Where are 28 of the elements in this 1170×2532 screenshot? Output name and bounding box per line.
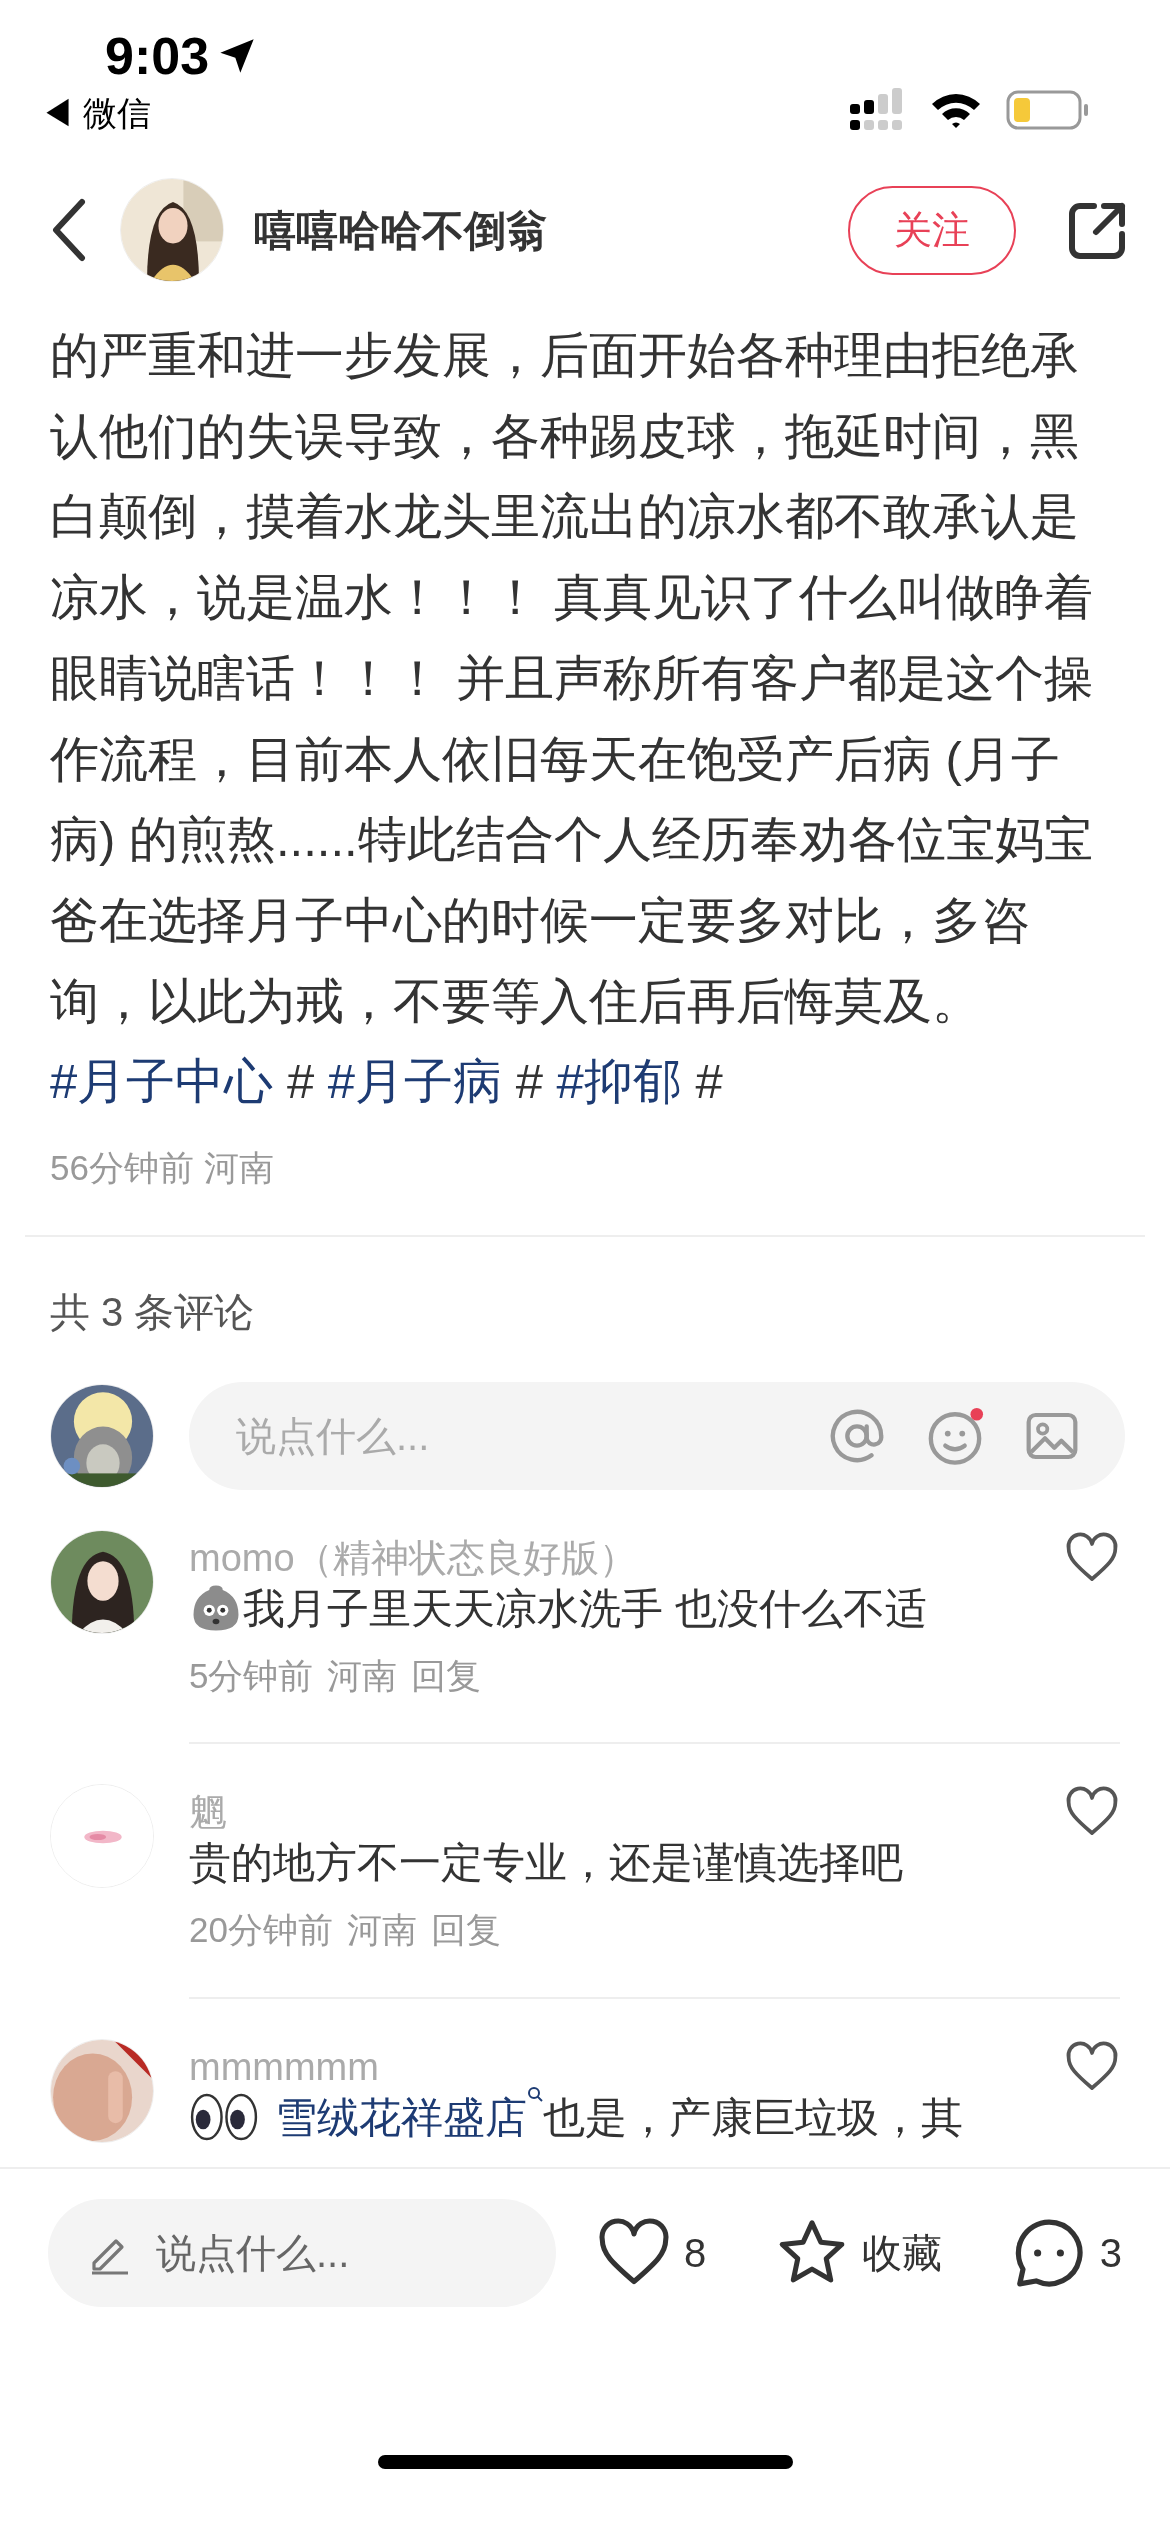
like-count: 8 xyxy=(684,2230,707,2277)
follow-button[interactable]: 关注 xyxy=(848,185,1016,275)
comment-text: 我月子里天天凉水洗手 也没什么不适 xyxy=(243,1583,927,1634)
comment-total: 3 xyxy=(1099,2230,1122,2277)
battery-icon xyxy=(1006,90,1090,130)
post-text: 的严重和进一步发展，后面开始各种理由拒绝承认他们的失误导致，各种踢皮球，拖延时间，黑白颠倒，摸着水龙头里流出的凉水都不敢承认是凉水，说是温水！！！ 真真见识了什么叫做睁着眼睛说瞎话！！！ 并且声称所有客户都是这个操作流程，目前本人依旧每天在饱受产后病 (月子病) 的煎熬......特此结合个人经历奉劝各位宝妈宝爸在选择月子中心的时候一定要多对比，多咨询，以此为戒，不要等入住后再后悔莫及。 #月子中心 # #月子病 # #抑郁 # xyxy=(49,327,1094,1111)
comment-box[interactable]: 说点什么... xyxy=(189,1381,1125,1490)
back-to-app-link[interactable]: ◀ 微信 xyxy=(40,88,258,139)
commenter-name: momo（精神状态良好版） xyxy=(189,1535,637,1581)
comment-time: 5分钟前 xyxy=(189,1654,314,1697)
bottom-comment-field[interactable]: 说点什么... xyxy=(154,2222,518,2284)
comment-text: 也是，产康巨垃圾，其 xyxy=(543,2092,963,2143)
bottom-comment-box[interactable]: 说点什么... xyxy=(48,2199,556,2307)
hashtag-link[interactable]: #月子病 xyxy=(327,1054,502,1109)
author-name: 嘻嘻哈哈不倒翁 xyxy=(254,205,549,256)
hashtag-link[interactable]: #抑郁 xyxy=(556,1054,682,1109)
hashtag-link[interactable]: #月子中心 xyxy=(50,1054,274,1109)
comment-text: 贵的地方不一定专业，还是谨慎选择吧 xyxy=(189,1838,903,1889)
comment-time: 20分钟前 xyxy=(189,1909,333,1952)
comment-count: 共 3 条评论 xyxy=(50,1288,256,1336)
emoji-icon[interactable] xyxy=(926,1406,984,1465)
commenter-name: 魍 xyxy=(189,1790,227,1836)
post-time-location: 56分钟前 河南 xyxy=(50,1147,275,1190)
favorite-label: 收藏 xyxy=(862,2230,942,2277)
comment-location: 河南 xyxy=(327,1654,398,1697)
clock-time: 9:03 xyxy=(105,30,210,82)
comment-input-field[interactable]: 说点什么... xyxy=(234,1404,788,1467)
comment-location: 河南 xyxy=(346,1909,417,1952)
